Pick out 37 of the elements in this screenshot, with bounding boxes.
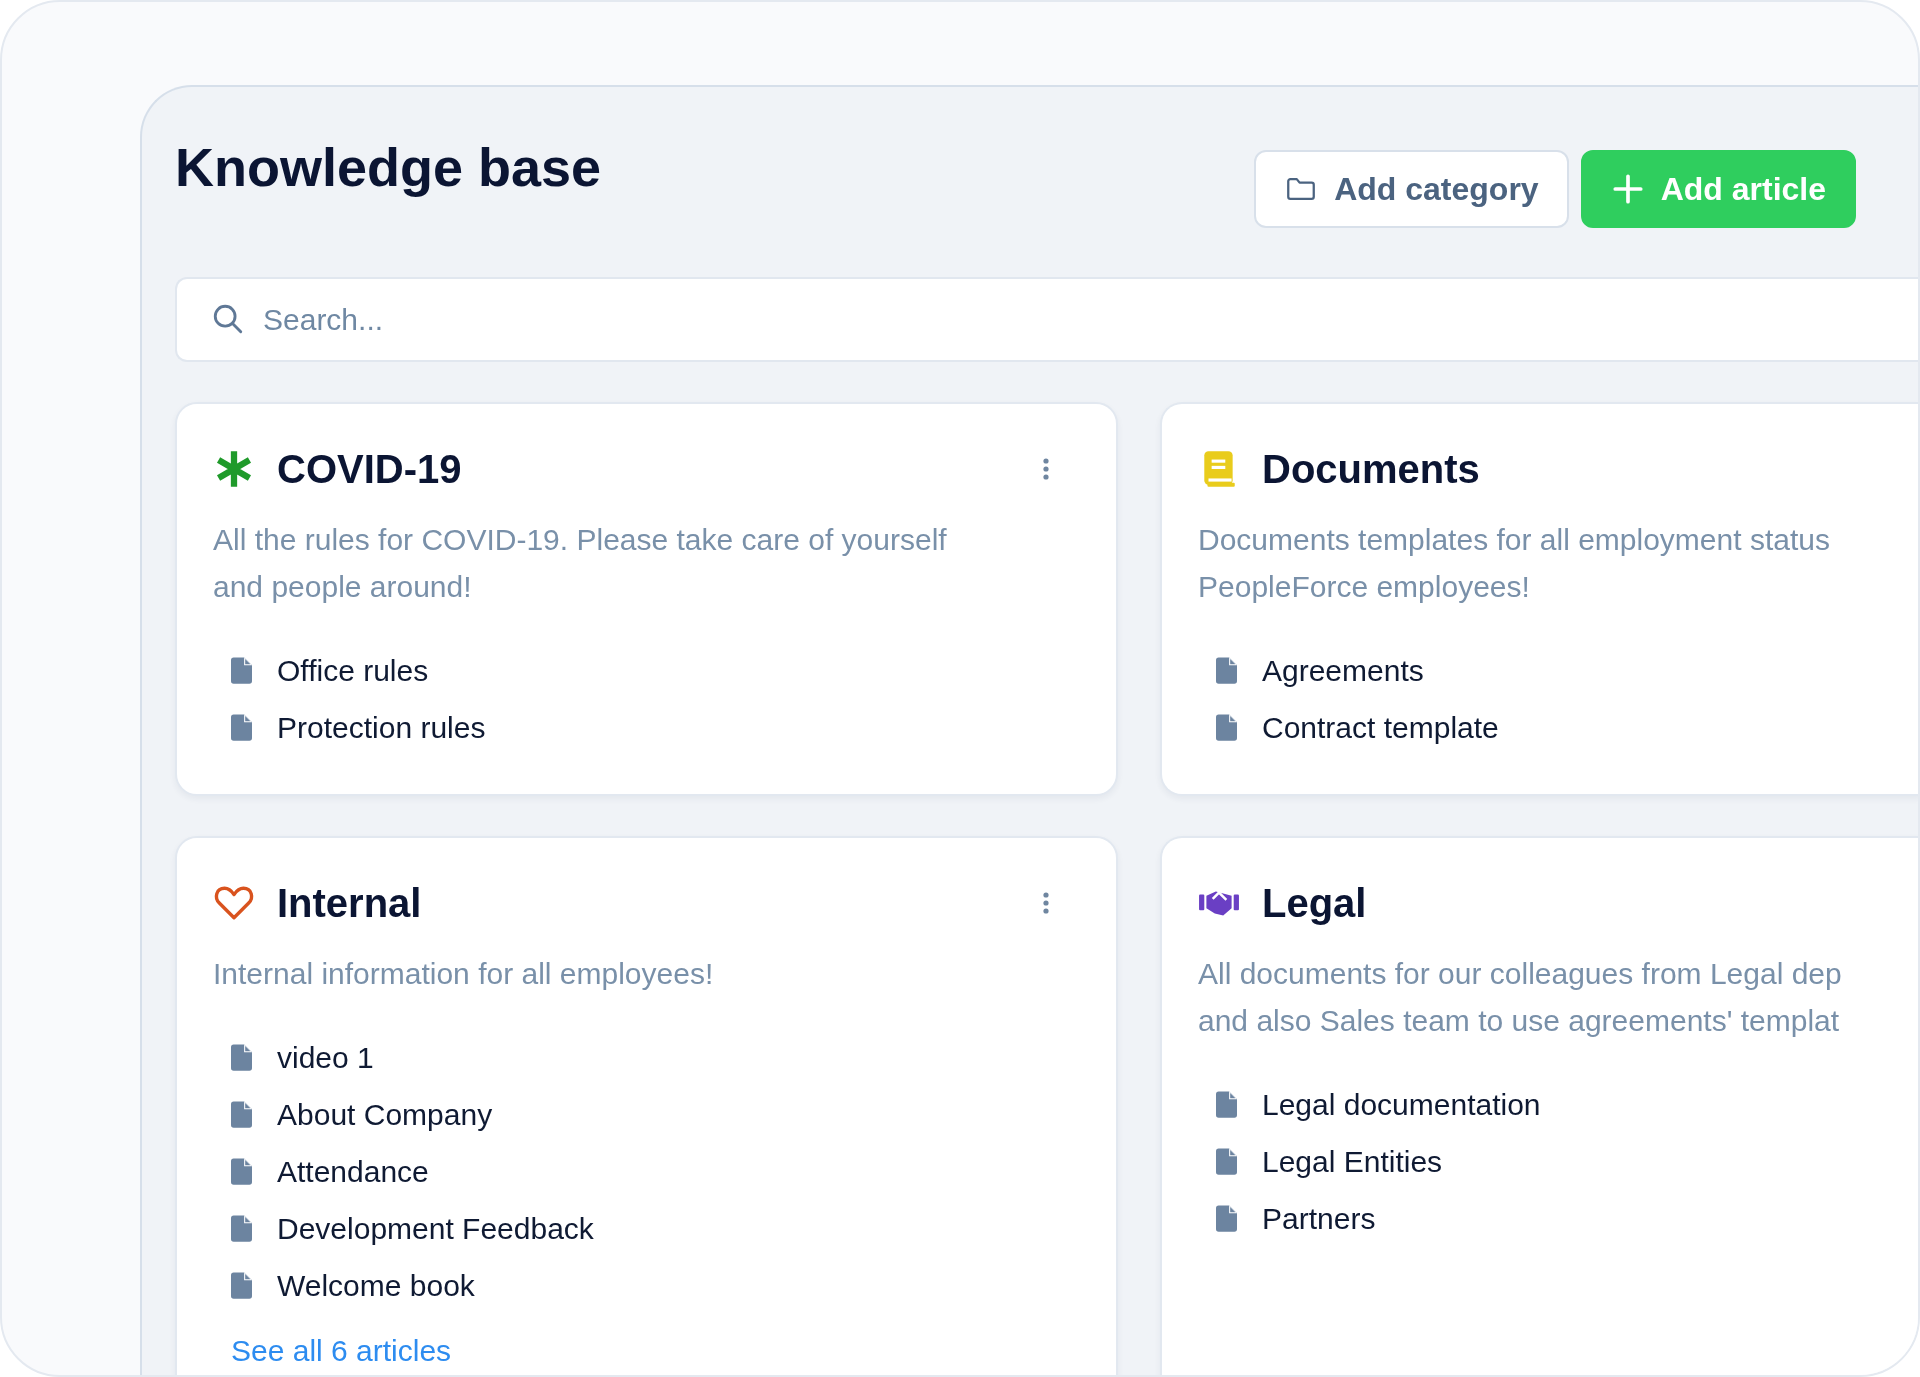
add-category-button[interactable]: Add category — [1254, 150, 1569, 228]
document-icon — [231, 714, 252, 741]
document-icon — [231, 1215, 252, 1242]
article-link[interactable]: Office rules — [277, 653, 429, 688]
document-icon — [1216, 657, 1237, 684]
more-options-icon[interactable] — [1042, 891, 1050, 915]
document-icon — [1216, 714, 1237, 741]
category-description: All documents for our colleagues from Legal dep and also Sales team to use agreements' templat — [1198, 956, 1843, 1039]
more-options-icon[interactable] — [1042, 457, 1050, 481]
document-icon — [231, 1044, 252, 1071]
category-title[interactable]: Legal — [1262, 880, 1367, 926]
article-link[interactable]: Protection rules — [277, 710, 486, 745]
document-icon — [231, 1101, 252, 1128]
article-link[interactable]: About Company — [277, 1097, 493, 1132]
category-description: Documents templates for all employment status PeopleForce employees! — [1198, 522, 1831, 605]
article-link[interactable]: Legal documentation — [1262, 1087, 1541, 1122]
category-title[interactable]: Documents — [1262, 446, 1480, 492]
document-icon — [231, 1272, 252, 1299]
category-description: Internal information for all employees! — [213, 956, 715, 992]
document-icon — [1216, 1148, 1237, 1175]
document-icon — [231, 657, 252, 684]
article-link[interactable]: Attendance — [277, 1154, 429, 1189]
article-link[interactable]: Welcome book — [277, 1268, 475, 1303]
page-title: Knowledge base — [175, 137, 602, 197]
category-title[interactable]: COVID-19 — [277, 446, 462, 492]
article-link[interactable]: Contract template — [1262, 710, 1499, 745]
category-title[interactable]: Internal — [277, 880, 422, 926]
article-link[interactable]: Development Feedback — [277, 1211, 594, 1246]
article-link[interactable]: Partners — [1262, 1201, 1376, 1236]
category-description: All the rules for COVID-19. Please take care of yourself and people around! — [213, 522, 948, 605]
search-field[interactable]: Search... — [175, 277, 1918, 362]
article-link[interactable]: Legal Entities — [1262, 1144, 1443, 1179]
document-icon — [1216, 1091, 1237, 1118]
document-icon — [1216, 1205, 1237, 1232]
document-icon — [231, 1158, 252, 1185]
article-link[interactable]: video 1 — [277, 1040, 374, 1075]
article-link[interactable]: Agreements — [1262, 653, 1424, 688]
